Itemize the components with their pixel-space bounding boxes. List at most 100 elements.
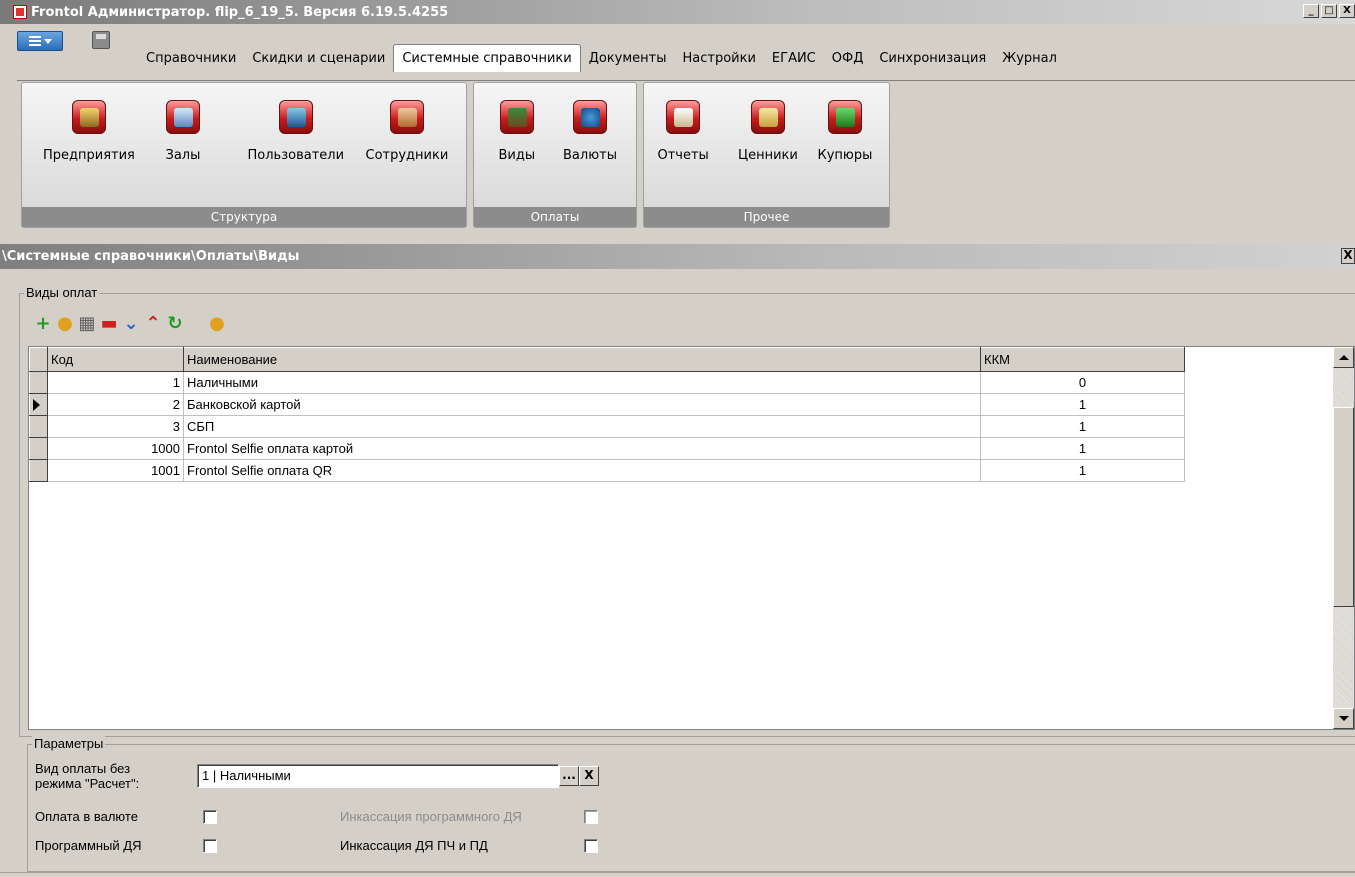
column-header-name[interactable]: Наименование: [183, 347, 981, 372]
payment-types-grid[interactable]: Код Наименование ККМ 1 Наличными 0 2 Банковс…: [28, 346, 1355, 730]
ribbon-button-2-2[interactable]: Купюры: [818, 100, 872, 163]
minimize-button[interactable]: _: [1303, 4, 1319, 18]
ribbon-button-label: Сотрудники: [365, 148, 449, 163]
cell-kkm[interactable]: 0: [980, 371, 1185, 394]
table-row[interactable]: 2 Банковской картой 1: [29, 393, 1185, 416]
tab-5[interactable]: ЕГАИС: [764, 44, 824, 72]
ribbon-button-label: Виды: [498, 148, 536, 163]
cell-kkm[interactable]: 1: [980, 393, 1185, 416]
ribbon-button-label: Пользователи: [247, 148, 345, 163]
ribbon-button-0-2[interactable]: Пользователи: [247, 100, 345, 163]
save-icon[interactable]: [92, 31, 110, 49]
row-indicator[interactable]: [29, 415, 48, 438]
panel-close-button[interactable]: X: [1341, 248, 1355, 264]
ribbon-button-0-3[interactable]: Сотрудники: [365, 100, 449, 163]
ribbon-button-label: Валюты: [563, 148, 617, 163]
payment-without-calc-label-line2: режима "Расчет":: [35, 776, 140, 791]
table-row[interactable]: 3 СБП 1: [29, 415, 1185, 438]
table-row[interactable]: 1 Наличными 0: [29, 371, 1185, 394]
currency-payment-label: Оплата в валюте: [35, 809, 138, 824]
move-up-icon[interactable]: ⌃: [142, 313, 164, 335]
column-header-code[interactable]: Код: [47, 347, 184, 372]
current-row-pointer-icon: [33, 398, 40, 411]
encash-program-checkbox[interactable]: [584, 810, 598, 824]
payment-types-legend: Виды оплат: [24, 285, 100, 300]
scroll-thumb[interactable]: [1333, 407, 1354, 607]
cell-name[interactable]: Наличными: [183, 371, 981, 394]
row-indicator-header: [29, 347, 48, 372]
delete-icon[interactable]: ▬: [98, 313, 120, 335]
price-tags-icon: [750, 100, 785, 134]
row-indicator[interactable]: [29, 459, 48, 482]
ribbon-button-0-1[interactable]: Залы: [165, 100, 201, 163]
encash-dya-checkbox[interactable]: [584, 839, 598, 853]
vertical-scrollbar[interactable]: [1333, 347, 1354, 729]
cell-name[interactable]: Frontol Selfie оплата картой: [183, 437, 981, 460]
app-icon: [13, 5, 27, 19]
clear-field-button[interactable]: X: [579, 766, 599, 786]
cell-kkm[interactable]: 1: [980, 459, 1185, 482]
cell-code[interactable]: 3: [47, 415, 184, 438]
tab-7[interactable]: Синхронизация: [871, 44, 994, 72]
window-titlebar: Frontol Администратор. flip_6_19_5. Верс…: [0, 0, 1355, 24]
maximize-button[interactable]: □: [1321, 4, 1337, 18]
encash-program-label: Инкассация программного ДЯ: [340, 809, 522, 824]
tab-3[interactable]: Документы: [581, 44, 675, 72]
ribbon-group-label: Оплаты: [474, 207, 636, 227]
tab-4[interactable]: Настройки: [675, 44, 764, 72]
program-dya-checkbox[interactable]: [203, 839, 217, 853]
ribbon-button-2-0[interactable]: Отчеты: [658, 100, 709, 163]
cell-kkm[interactable]: 1: [980, 415, 1185, 438]
employees-icon: [389, 100, 424, 134]
table-row[interactable]: 1001 Frontol Selfie оплата QR 1: [29, 459, 1185, 482]
ribbon-button-1-0[interactable]: Виды: [498, 100, 536, 163]
reports-icon: [666, 100, 701, 134]
params-legend: Параметры: [32, 736, 106, 751]
ribbon-button-label: Ценники: [738, 148, 798, 163]
ribbon-button-label: Предприятия: [43, 148, 135, 163]
row-indicator[interactable]: [29, 371, 48, 394]
tab-6[interactable]: ОФД: [824, 44, 872, 72]
table-row[interactable]: 1000 Frontol Selfie оплата картой 1: [29, 437, 1185, 460]
copy-icon[interactable]: ▦: [76, 313, 98, 335]
ribbon-button-1-1[interactable]: Валюты: [563, 100, 617, 163]
clear-icon[interactable]: ●: [206, 313, 228, 335]
arrow-down-icon: [1338, 716, 1349, 721]
tab-2[interactable]: Системные справочники: [393, 44, 581, 72]
edit-icon[interactable]: ●: [54, 313, 76, 335]
cell-code[interactable]: 1000: [47, 437, 184, 460]
ribbon-button-0-0[interactable]: Предприятия: [43, 100, 135, 163]
cell-code[interactable]: 1001: [47, 459, 184, 482]
ribbon-button-2-1[interactable]: Ценники: [738, 100, 798, 163]
currency-payment-checkbox[interactable]: [203, 810, 217, 824]
scroll-down-button[interactable]: [1333, 708, 1354, 729]
column-header-kkm[interactable]: ККМ: [980, 347, 1185, 372]
scroll-up-button[interactable]: [1333, 347, 1354, 368]
payment-without-calc-field[interactable]: 1 | Наличными: [197, 764, 559, 788]
menu-icon: [28, 36, 41, 46]
ribbon-group-label: Структура: [22, 207, 466, 227]
banknote-icon: [827, 100, 862, 134]
enterprise-icon: [71, 100, 106, 134]
ribbon-divider: [17, 80, 1355, 81]
cell-name[interactable]: Frontol Selfie оплата QR: [183, 459, 981, 482]
refresh-icon[interactable]: ↻: [164, 313, 186, 335]
encash-dya-label: Инкассация ДЯ ПЧ и ПД: [340, 838, 488, 853]
tab-0[interactable]: Справочники: [138, 44, 244, 72]
cell-code[interactable]: 1: [47, 371, 184, 394]
tab-1[interactable]: Скидки и сценарии: [244, 44, 393, 72]
add-icon[interactable]: +: [32, 313, 54, 335]
browse-button[interactable]: ...: [559, 766, 579, 786]
ribbon-button-label: Залы: [165, 148, 201, 163]
cell-name[interactable]: СБП: [183, 415, 981, 438]
arrow-up-icon: [1338, 355, 1349, 360]
cell-name[interactable]: Банковской картой: [183, 393, 981, 416]
app-menu-button[interactable]: [17, 31, 63, 51]
move-down-icon[interactable]: ⌄: [120, 313, 142, 335]
cell-code[interactable]: 2: [47, 393, 184, 416]
row-indicator[interactable]: [29, 437, 48, 460]
row-indicator[interactable]: [29, 393, 48, 416]
close-button[interactable]: X: [1339, 4, 1355, 18]
cell-kkm[interactable]: 1: [980, 437, 1185, 460]
tab-8[interactable]: Журнал: [994, 44, 1065, 72]
